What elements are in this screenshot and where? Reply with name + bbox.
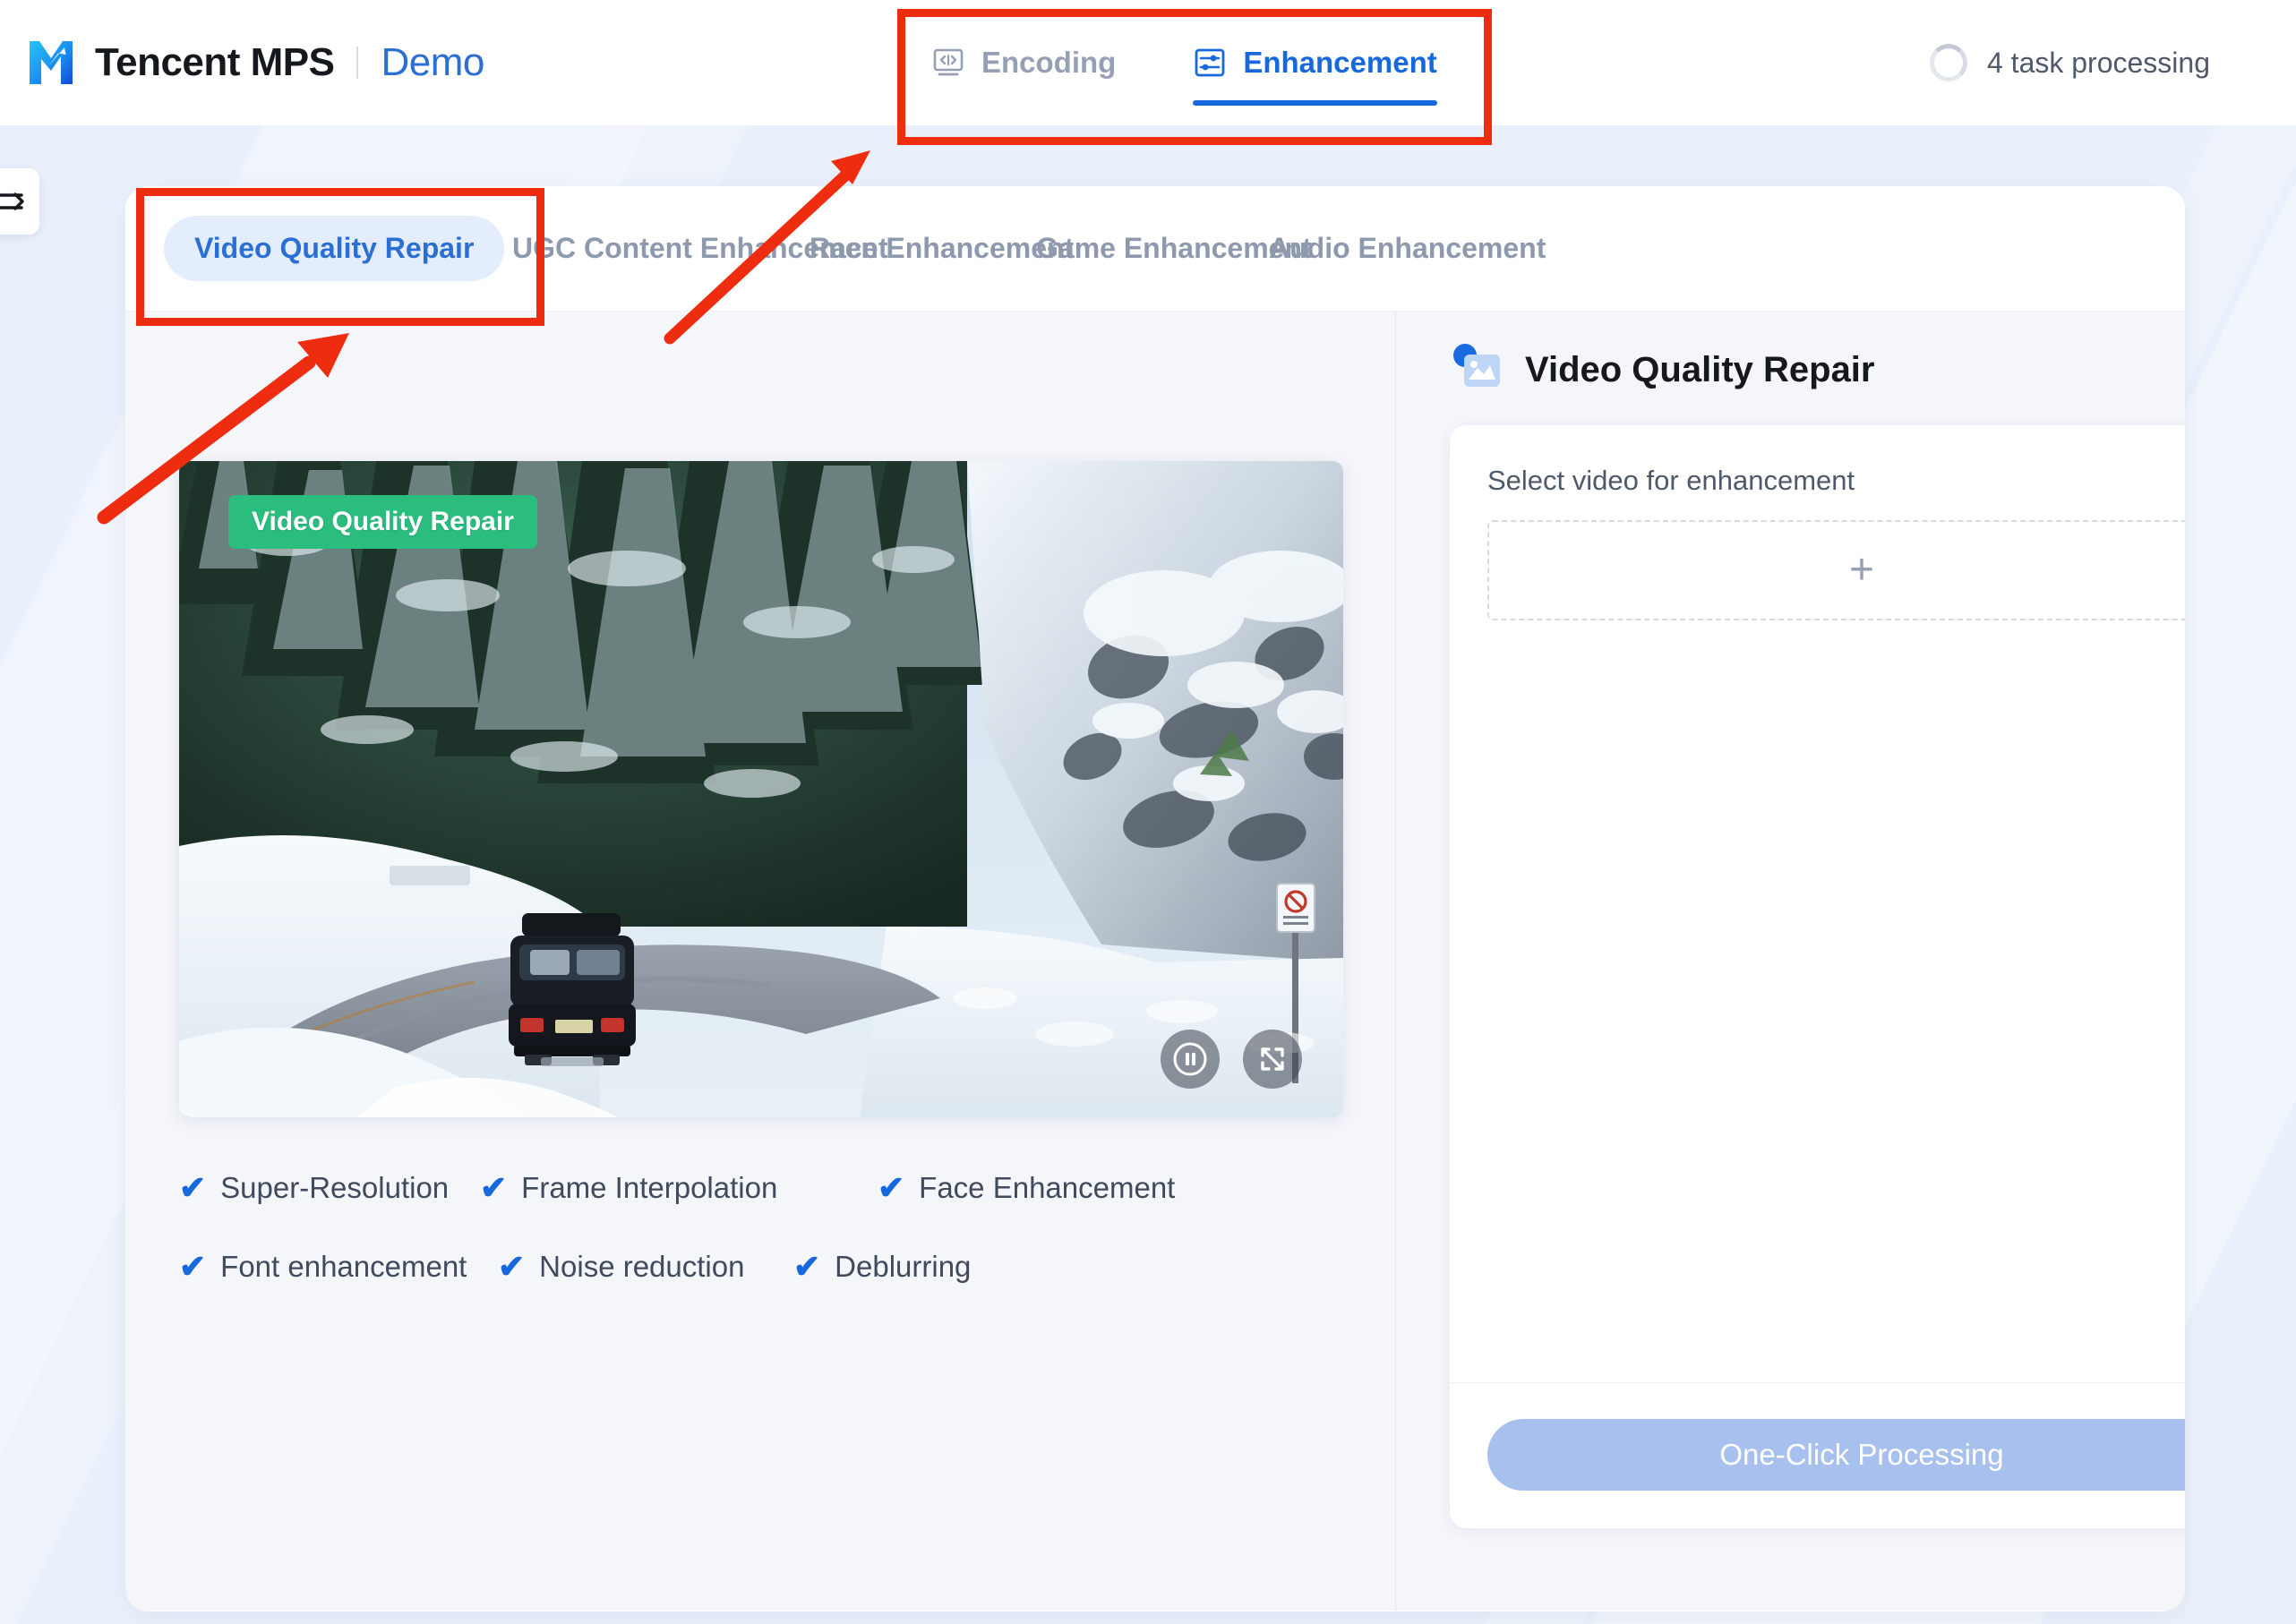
check-icon: ✔ [498, 1248, 526, 1285]
loading-spinner-icon [1929, 44, 1967, 81]
feature-label: Noise reduction [539, 1250, 745, 1283]
feature-font-enhancement: ✔ Font enhancement [179, 1250, 498, 1284]
brand[interactable]: Tencent MPS Demo [27, 38, 484, 88]
fullscreen-button[interactable] [1243, 1030, 1302, 1089]
code-monitor-icon [933, 48, 964, 76]
settings-pane: Video Quality Repair Select video for en… [1396, 312, 2185, 1611]
panel-title: Video Quality Repair [1525, 349, 1875, 389]
pause-button[interactable] [1161, 1030, 1220, 1089]
feature-face-enhancement: ✔ Face Enhancement [878, 1171, 1175, 1205]
enhancement-tabs: Video Quality Repair UGC Content Enhance… [125, 186, 2185, 312]
app-header: Tencent MPS Demo Encoding Enhancement 4 … [0, 0, 2296, 125]
feature-row: ✔ Font enhancement ✔ Noise reduction ✔ D… [179, 1250, 1343, 1284]
primary-nav-item-encoding[interactable]: Encoding [931, 0, 1116, 125]
primary-nav-label: Encoding [981, 46, 1117, 79]
main-content-card: Video Quality Repair UGC Content Enhance… [125, 186, 2185, 1611]
feature-label: Super-Resolution [220, 1171, 450, 1204]
feature-label: Face Enhancement [919, 1171, 1176, 1204]
feature-row: ✔ Super-Resolution ✔ Frame Interpolation… [179, 1171, 1343, 1205]
video-preview[interactable]: Video Quality Repair [179, 461, 1343, 1117]
active-nav-underline [1193, 100, 1437, 106]
select-video-label: Select video for enhancement [1487, 465, 1855, 496]
settings-card: Select video for enhancement + One-Click… [1450, 425, 2185, 1528]
preview-pane: Video Quality Repair ✔ Super-Resolution … [125, 312, 1395, 1611]
primary-nav-item-enhancement[interactable]: Enhancement [1193, 0, 1437, 125]
feature-super-resolution: ✔ Super-Resolution [179, 1171, 480, 1205]
task-status[interactable]: 4 task processing [1929, 0, 2210, 125]
feature-label: Font enhancement [220, 1250, 467, 1283]
video-upload-dropzone[interactable]: + [1487, 520, 2185, 620]
task-status-text: 4 task processing [1986, 46, 2210, 79]
brand-name: Tencent MPS [95, 40, 335, 84]
feature-frame-interpolation: ✔ Frame Interpolation [480, 1171, 878, 1205]
check-icon: ✔ [480, 1169, 508, 1206]
feature-noise-reduction: ✔ Noise reduction [498, 1250, 793, 1284]
feature-label: Deblurring [835, 1250, 972, 1283]
check-icon: ✔ [179, 1169, 207, 1206]
feature-list: ✔ Super-Resolution ✔ Frame Interpolation… [179, 1171, 1343, 1329]
feature-label: Frame Interpolation [521, 1171, 778, 1204]
settings-card-footer: One-Click Processing [1450, 1382, 2185, 1528]
video-controls [1161, 1030, 1302, 1089]
settings-card-body: Select video for enhancement + [1450, 425, 2185, 1382]
plus-icon: + [1848, 546, 1875, 594]
tab-audio-enhancement[interactable]: Audio Enhancement [1238, 216, 1576, 281]
sidebar-toggle-button[interactable] [0, 168, 39, 235]
expand-arrows-icon [1261, 1047, 1284, 1071]
brand-separator [356, 47, 358, 79]
check-icon: ✔ [179, 1248, 207, 1285]
check-icon: ✔ [793, 1248, 821, 1285]
card-body: Video Quality Repair ✔ Super-Resolution … [125, 312, 2185, 1611]
primary-nav: Encoding Enhancement [931, 0, 1437, 125]
video-quality-repair-badge: Video Quality Repair [228, 495, 537, 549]
tab-video-quality-repair[interactable]: Video Quality Repair [164, 216, 505, 281]
brand-demo-label: Demo [381, 40, 485, 84]
tencent-mps-logo-icon [30, 41, 73, 84]
feature-deblurring: ✔ Deblurring [793, 1250, 971, 1284]
vehicle [509, 913, 636, 1066]
one-click-processing-button[interactable]: One-Click Processing [1487, 1419, 2185, 1491]
primary-nav-label: Enhancement [1243, 46, 1437, 79]
pause-circle-icon [1173, 1042, 1207, 1076]
expand-sidebar-icon [0, 192, 24, 210]
check-icon: ✔ [878, 1169, 905, 1206]
image-photo-icon [1450, 342, 1505, 397]
sliders-panel-icon [1195, 48, 1225, 77]
panel-header: Video Quality Repair [1450, 342, 1875, 397]
video-frame-image [179, 461, 1343, 1117]
